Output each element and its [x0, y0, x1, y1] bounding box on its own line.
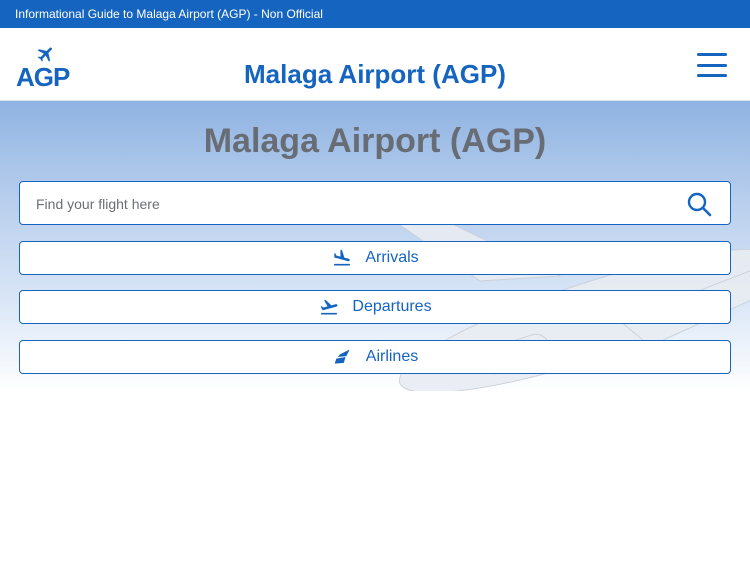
airlines-button[interactable]: Airlines [19, 340, 731, 374]
flight-search-box [19, 181, 731, 225]
flight-search-input[interactable] [34, 190, 678, 218]
departures-label: Departures [352, 298, 432, 315]
top-info-bar: Informational Guide to Malaga Airport (A… [0, 0, 750, 28]
top-info-text: Informational Guide to Malaga Airport (A… [15, 7, 323, 21]
site-header: AGP Malaga Airport (AGP) [0, 28, 750, 101]
hero-title: Malaga Airport (AGP) [203, 122, 547, 160]
arrivals-button[interactable]: Arrivals [19, 241, 731, 275]
flight-land-icon [334, 249, 351, 266]
departures-button[interactable]: Departures [19, 290, 731, 324]
search-icon[interactable] [686, 191, 712, 217]
hamburger-menu-icon[interactable] [697, 53, 727, 77]
flight-takeoff-icon [320, 299, 338, 315]
airline-tail-icon [334, 349, 350, 364]
airlines-label: Airlines [365, 348, 419, 365]
site-title[interactable]: Malaga Airport (AGP) [0, 56, 750, 92]
arrivals-label: Arrivals [365, 249, 419, 266]
